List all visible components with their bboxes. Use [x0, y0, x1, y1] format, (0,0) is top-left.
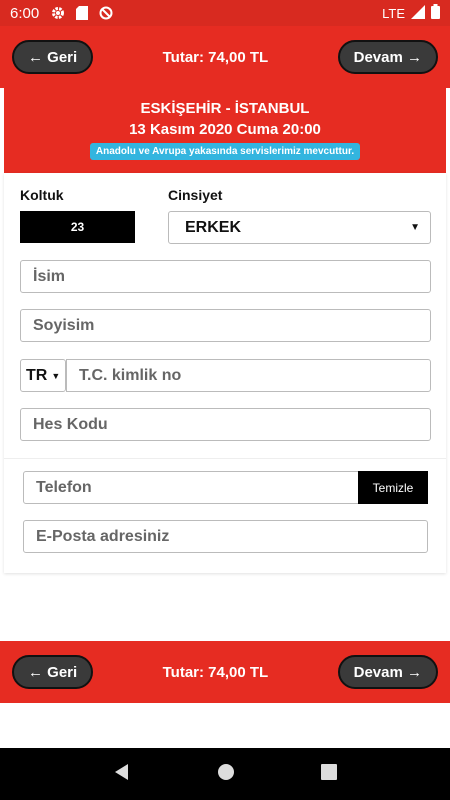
route-banner: ESKİŞEHİR - İSTANBUL 13 Kasım 2020 Cuma … — [4, 88, 446, 173]
top-nav-bar: ← Geri Tutar: 74,00 TL Devam → — [0, 26, 450, 88]
back-icon[interactable] — [113, 763, 131, 786]
status-bar: 6:00 LTE — [0, 0, 450, 26]
recents-icon[interactable] — [321, 763, 337, 785]
surname-input[interactable]: Soyisim — [20, 309, 431, 342]
section-divider — [4, 458, 446, 459]
sd-card-icon — [75, 6, 89, 20]
battery-icon — [431, 4, 440, 22]
phone-input[interactable]: Telefon — [23, 471, 359, 504]
country-code: TR — [26, 366, 48, 384]
status-time: 6:00 — [10, 4, 40, 22]
dropdown-caret-icon: ▼ — [51, 370, 61, 381]
continue-button[interactable]: Devam → — [337, 40, 438, 74]
home-icon[interactable] — [217, 763, 235, 786]
total-price: Tutar: 74,00 TL — [162, 663, 269, 681]
country-select[interactable]: TR ▼ — [20, 359, 66, 392]
back-button[interactable]: ← Geri — [12, 40, 94, 74]
passenger-form: Koltuk Cinsiyet 23 ERKEK ▼ İsim Soyisim … — [4, 173, 446, 573]
seat-label: Koltuk — [20, 187, 64, 203]
system-nav-bar — [0, 748, 450, 800]
name-input[interactable]: İsim — [20, 260, 431, 293]
clear-phone-button[interactable]: Temizle — [358, 471, 428, 504]
total-price: Tutar: 74,00 TL — [162, 48, 269, 66]
route-title: ESKİŞEHİR - İSTANBUL — [140, 100, 310, 117]
bottom-nav-bar: ← Geri Tutar: 74,00 TL Devam → — [0, 641, 450, 703]
service-notice-badge: Anadolu ve Avrupa yakasında servislerimi… — [89, 143, 361, 160]
gender-value: ERKEK — [185, 218, 242, 236]
continue-button[interactable]: Devam → — [337, 655, 438, 689]
gender-select[interactable]: ERKEK ▼ — [168, 211, 431, 244]
hes-code-input[interactable]: Hes Kodu — [20, 408, 431, 441]
back-button[interactable]: ← Geri — [12, 655, 94, 689]
blocked-icon — [99, 6, 113, 20]
network-label: LTE — [382, 5, 405, 21]
tc-id-input[interactable]: T.C. kimlik no — [66, 359, 431, 392]
dropdown-caret-icon: ▼ — [410, 222, 420, 233]
email-input[interactable]: E-Posta adresiniz — [23, 520, 428, 553]
trip-datetime: 13 Kasım 2020 Cuma 20:00 — [129, 121, 321, 138]
signal-icon — [411, 4, 425, 22]
settings-icon — [51, 6, 65, 20]
gender-label: Cinsiyet — [168, 187, 223, 203]
seat-number: 23 — [20, 211, 135, 243]
